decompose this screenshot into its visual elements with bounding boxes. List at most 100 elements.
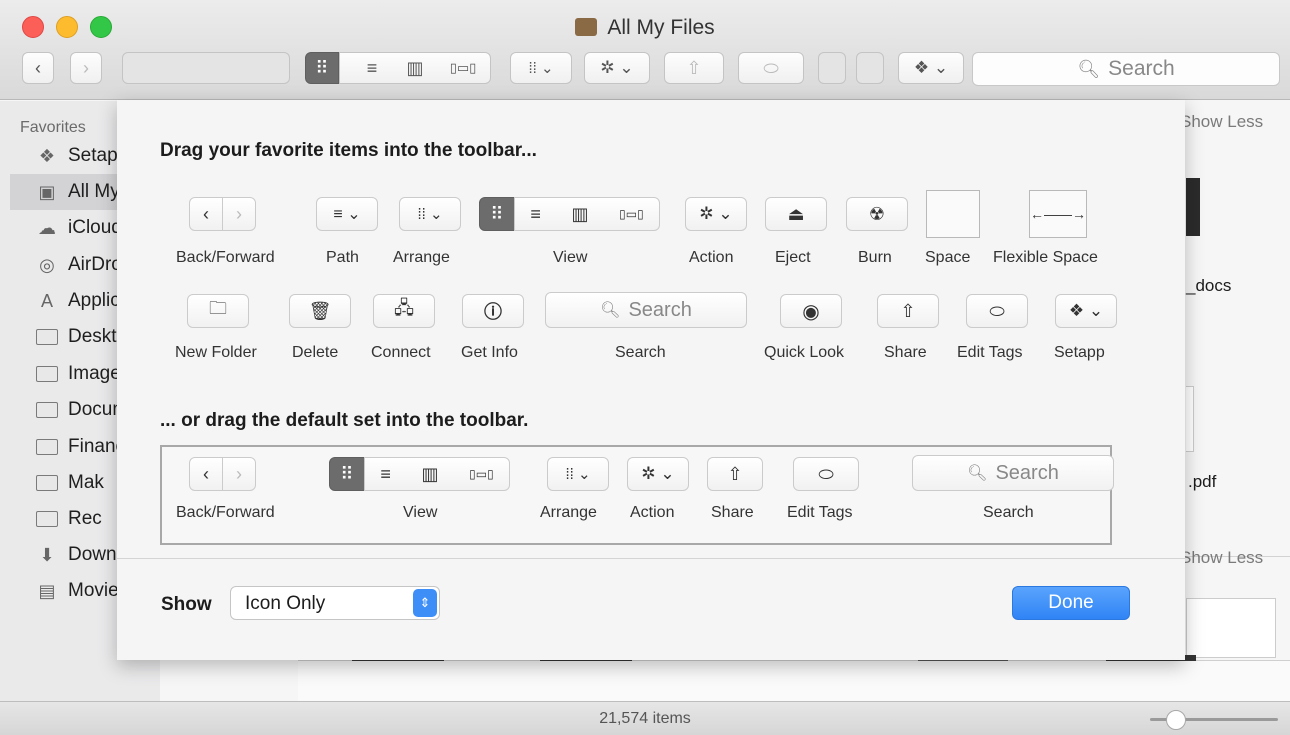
info-icon: ⓘ [484, 302, 502, 322]
default-icon-view-button: ⠿ [329, 457, 365, 491]
default-set-heading: ... or drag the default set into the too… [160, 410, 529, 431]
palette-delete-button[interactable]: 🗑 [289, 294, 351, 328]
show-less-link[interactable]: Show Less [1180, 112, 1263, 132]
palette-back-button[interactable]: ‹ [189, 197, 223, 231]
search-label: Search [615, 344, 666, 361]
folder-shape [36, 366, 58, 382]
list-view-icon: ≡ [380, 463, 391, 484]
palette-forward-button[interactable]: › [222, 197, 256, 231]
get-info-label: Get Info [461, 344, 518, 361]
palette-eject-button[interactable]: ⏏ [765, 197, 827, 231]
title-bar: All My Files ‹ › ⠿ ≡ ▥ ▯▭▯ ⁞⁞ ⌄ ✲ ⌄ ⇧ ⬭ … [0, 0, 1290, 100]
back-button[interactable]: ‹ [22, 52, 54, 84]
list-view-icon: ≡ [530, 203, 541, 224]
palette-new-folder-button[interactable]: 🗀 [187, 294, 249, 328]
column-view-icon: ▥ [406, 57, 424, 78]
share-icon: ⇧ [900, 300, 916, 321]
forward-icon: › [236, 203, 242, 224]
folder-icon [36, 437, 58, 457]
sidebar-item-label: Mak [68, 472, 104, 493]
connect-label: Connect [371, 344, 431, 361]
palette-quick-look-button[interactable]: ◉ [780, 294, 842, 328]
palette-burn-button[interactable]: ☢ [846, 197, 908, 231]
gear-icon: ✲ ⌄ [699, 204, 733, 223]
movies-icon: ▤ [38, 580, 56, 601]
show-less-link[interactable]: Show Less [1180, 548, 1263, 568]
setapp-icon: ❖ ⌄ [1068, 301, 1104, 320]
coverflow-view-icon: ▯▭▯ [619, 207, 644, 221]
column-view-icon: ▥ [571, 203, 589, 224]
edit-tags-button[interactable]: ⬭ [738, 52, 804, 84]
search-icon: 🔍︎ [967, 465, 988, 482]
setapp-button[interactable]: ❖ ⌄ [898, 52, 964, 84]
default-search-field: 🔍︎ Search [912, 455, 1114, 491]
default-share-label: Share [711, 504, 754, 521]
palette-view-segment[interactable]: ≡ ▥ ▯▭▯ [514, 197, 660, 231]
back-forward-label: Back/Forward [176, 249, 275, 266]
palette-connect-button[interactable]: 🖧 [373, 294, 435, 328]
folder-icon [36, 364, 58, 384]
flexible-space-icon: ←——→ [1030, 206, 1086, 222]
tag-icon: ⬭ [989, 300, 1005, 321]
search-field[interactable]: 🔍︎ Search [972, 52, 1280, 86]
file-thumbnail[interactable] [1186, 386, 1194, 452]
palette-arrange-button[interactable]: ⁞⁞ ⌄ [399, 197, 461, 231]
done-button[interactable]: Done [1012, 586, 1130, 620]
column-view-icon: ▥ [421, 463, 439, 484]
default-view-segment: ≡ ▥ ▯▭▯ [364, 457, 510, 491]
burn-icon: ☢ [868, 203, 886, 224]
folder-icon [36, 509, 58, 529]
action-button[interactable]: ✲ ⌄ [584, 52, 650, 84]
palette-path-button[interactable]: ≡ ⌄ [316, 197, 378, 231]
sheet-divider [117, 558, 1185, 559]
default-back-forward-label: Back/Forward [176, 504, 275, 521]
palette-action-button[interactable]: ✲ ⌄ [685, 197, 747, 231]
palette-icon-view-button[interactable]: ⠿ [479, 197, 515, 231]
column-view-button[interactable]: ▥ [398, 52, 432, 84]
done-label: Done [1048, 592, 1094, 613]
forward-icon: › [83, 57, 89, 78]
eject-label: Eject [775, 249, 811, 266]
arrange-icon: ⁞⁞ ⌄ [417, 206, 443, 223]
share-button[interactable]: ⇧ [664, 52, 724, 84]
palette-space-item[interactable] [926, 190, 980, 238]
space-label: Space [925, 249, 971, 266]
back-icon: ‹ [35, 57, 41, 78]
palette-edit-tags-button[interactable]: ⬭ [966, 294, 1028, 328]
palette-search-field[interactable]: 🔍︎ Search [545, 292, 747, 328]
icon-view-button[interactable]: ⠿ [305, 52, 339, 84]
window-title: All My Files [0, 16, 1290, 40]
palette-get-info-button[interactable]: ⓘ [462, 294, 524, 328]
search-placeholder: Search [995, 461, 1059, 484]
chevron-up-down-icon: ⇕ [413, 589, 437, 617]
file-thumbnail[interactable] [1186, 178, 1200, 236]
coverflow-view-button[interactable]: ▯▭▯ [446, 52, 480, 84]
forward-button[interactable]: › [70, 52, 102, 84]
documents-icon [36, 400, 58, 420]
search-placeholder: Search [1108, 57, 1175, 80]
default-arrange-button: ⁞⁞ ⌄ [547, 457, 609, 491]
path-control[interactable] [122, 52, 290, 84]
arrange-icon: ⁞⁞ ⌄ [565, 466, 591, 483]
desktop-icon [36, 327, 58, 347]
folder-icon [36, 473, 58, 493]
tag-icon: ⬭ [763, 57, 779, 78]
file-thumbnail[interactable] [1186, 598, 1276, 658]
flexible-space-label: Flexible Space [993, 249, 1098, 266]
forward-icon: › [236, 463, 242, 484]
default-view-label: View [403, 504, 438, 521]
file-name: _docs [1186, 276, 1232, 295]
arrange-label: Arrange [393, 249, 450, 266]
palette-setapp-button[interactable]: ❖ ⌄ [1055, 294, 1117, 328]
path-icon: ≡ ⌄ [333, 206, 361, 223]
default-arrange-label: Arrange [540, 504, 597, 521]
list-view-button[interactable]: ≡ [355, 52, 389, 84]
default-search-label: Search [983, 504, 1034, 521]
palette-flexible-space-item[interactable]: ←——→ [1029, 190, 1087, 238]
palette-share-button[interactable]: ⇧ [877, 294, 939, 328]
toolbar-space [856, 52, 884, 84]
icon-size-slider-knob[interactable] [1165, 710, 1186, 730]
show-popup-button[interactable]: Icon Only ⇕ [230, 586, 440, 620]
arrange-button[interactable]: ⁞⁞ ⌄ [510, 52, 572, 84]
show-label: Show [161, 594, 212, 615]
